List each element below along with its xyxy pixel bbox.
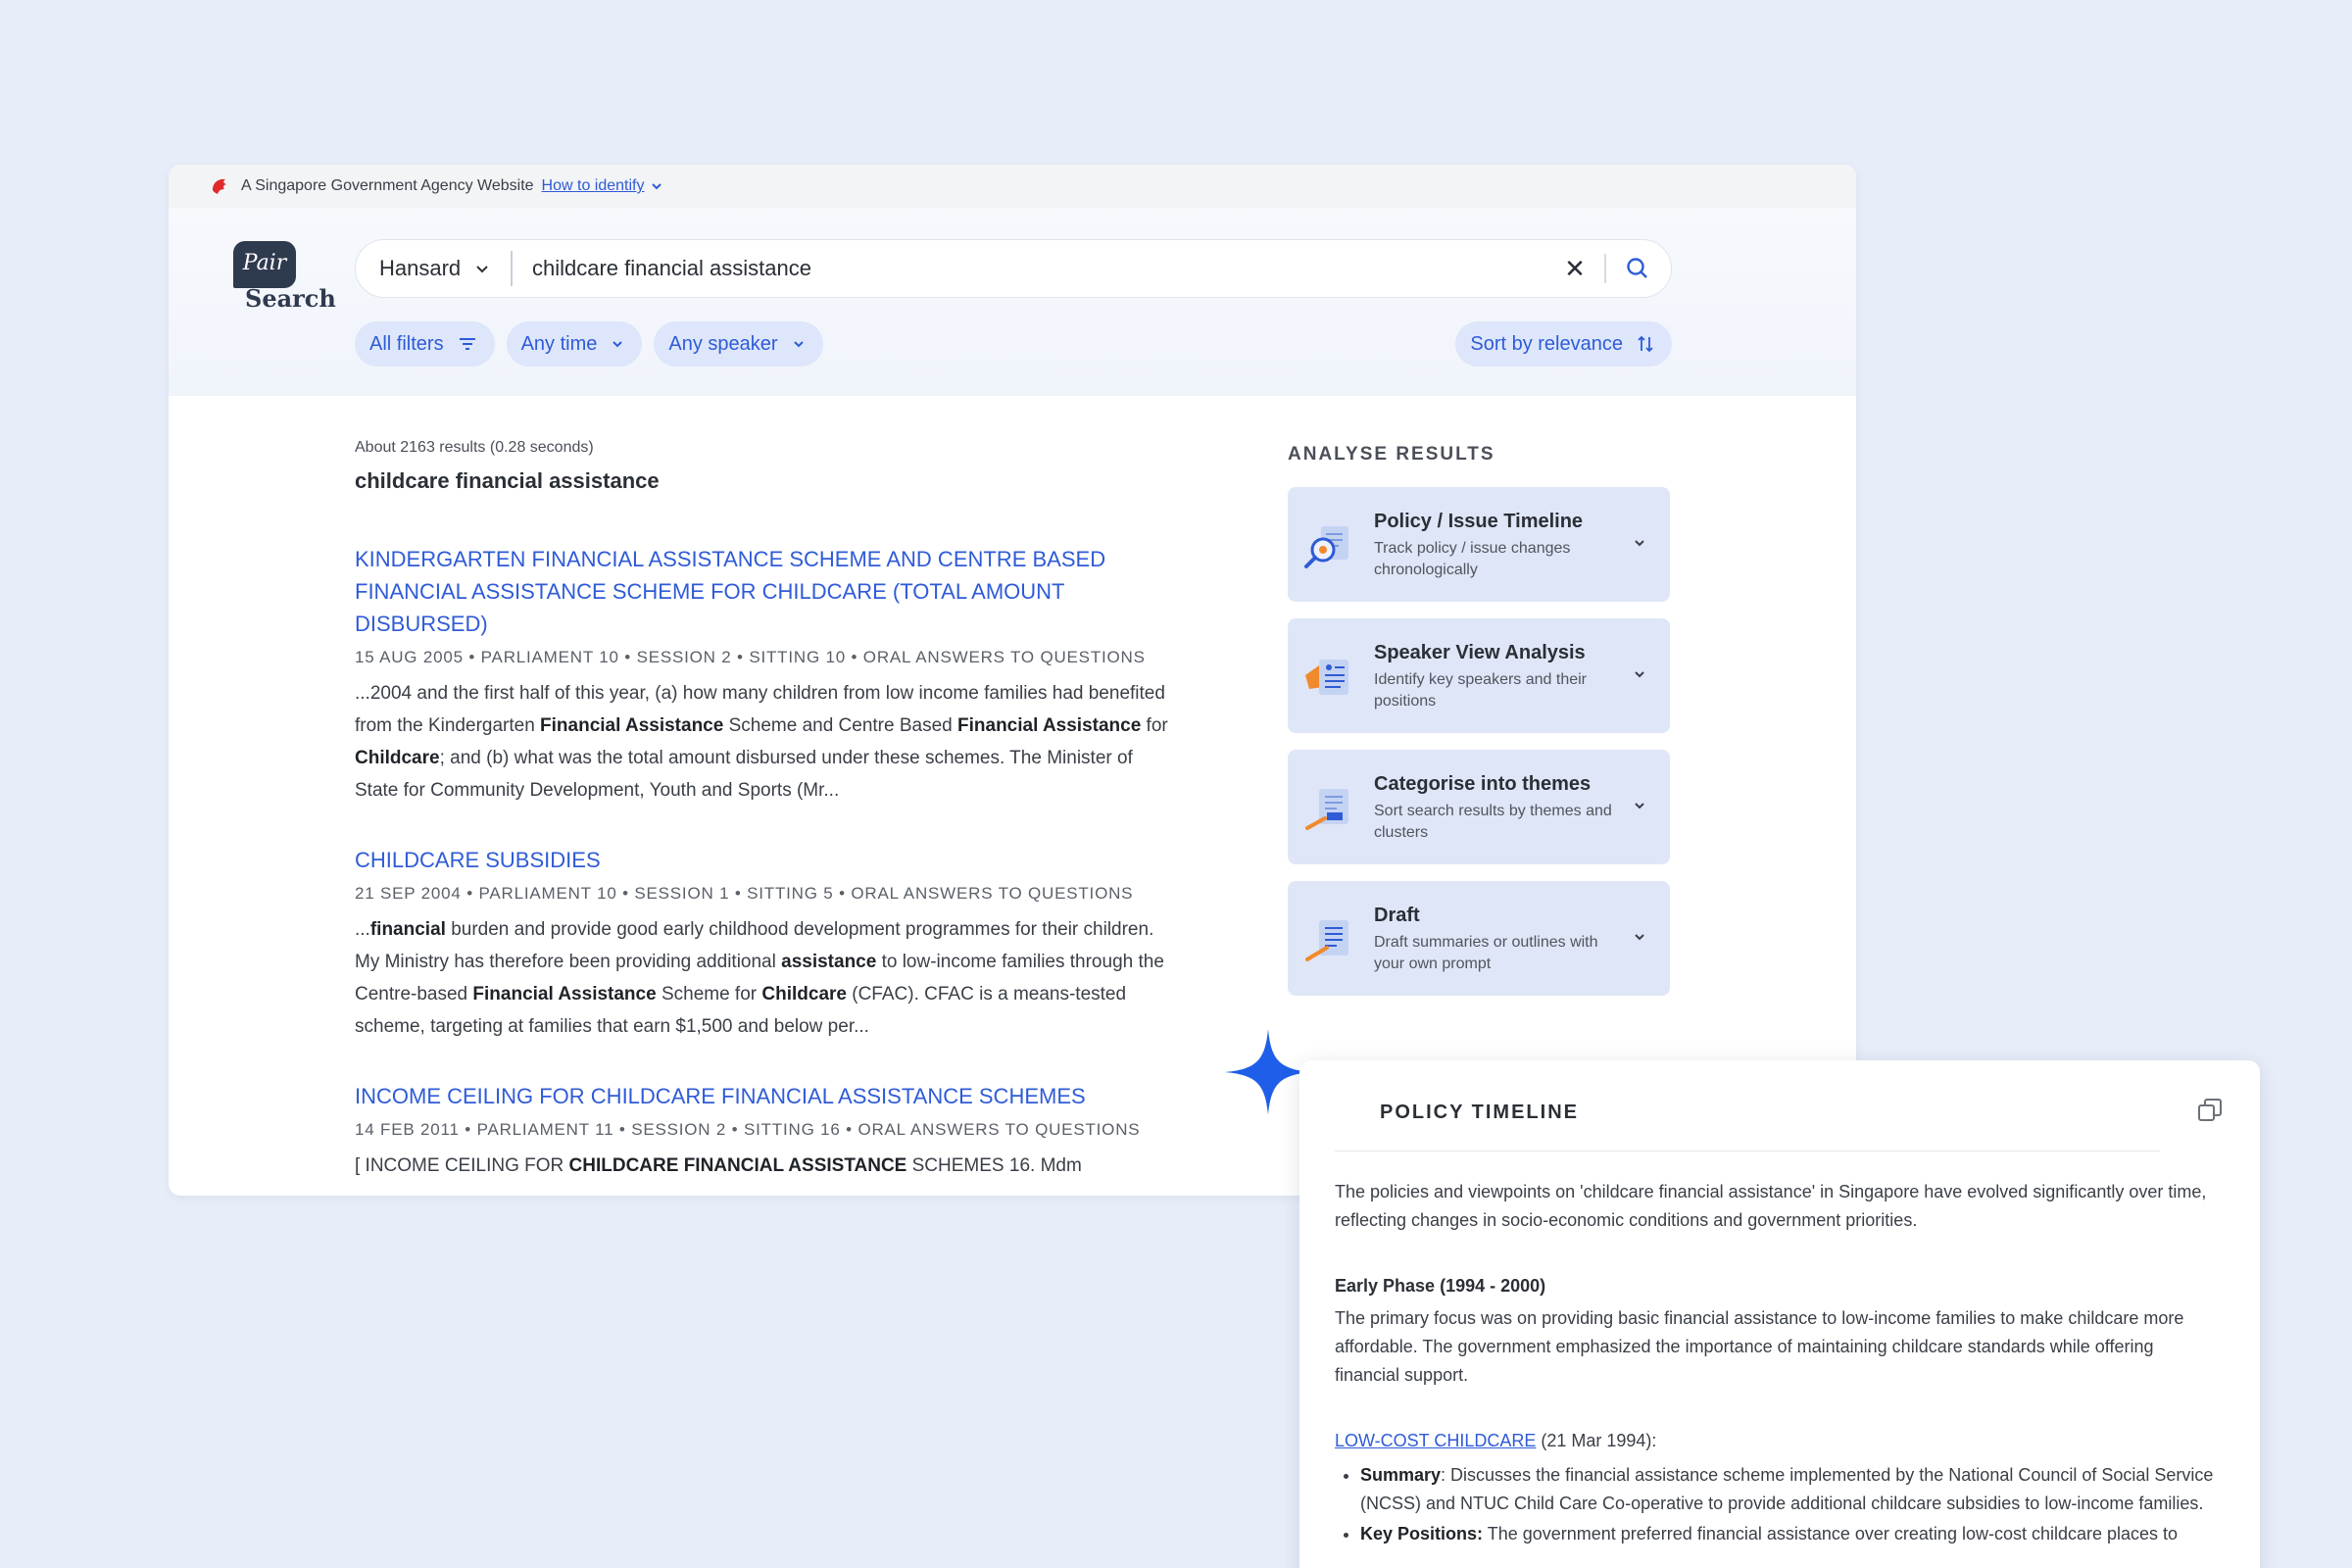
any-speaker-label: Any speaker [668, 332, 778, 355]
results-query-title: childcare financial assistance [355, 468, 660, 493]
results-count: About 2163 results (0.28 seconds) [355, 439, 594, 456]
card-title: Categorise into themes [1374, 773, 1592, 795]
popup-title: POLICY TIMELINE [1380, 1102, 1579, 1123]
sort-arrows-icon [1638, 335, 1653, 353]
categorise-document-icon [1305, 789, 1348, 830]
results-list: About 2163 results (0.28 seconds) childc… [355, 439, 1168, 1182]
all-filters-label: All filters [369, 332, 444, 355]
card-title: Draft [1374, 905, 1420, 926]
card-desc: Sort search results by themes and cluste… [1374, 803, 1612, 841]
entry-bullets: Summary: Discusses the financial assista… [1335, 1461, 2217, 1548]
pair-search-logo[interactable]: Pair Search [233, 241, 336, 319]
chevron-down-icon [1635, 540, 1644, 547]
timeline-magnifier-icon [1304, 526, 1348, 568]
popup-divider [1335, 1151, 2160, 1152]
result-snippet: ...2004 and the first half of this year,… [355, 683, 1168, 801]
chevron-down-icon [1635, 934, 1644, 941]
filter-lines-icon [459, 338, 475, 350]
result-meta: 21 SEP 2004 • PARLIAMENT 10 • SESSION 1 … [355, 884, 1134, 903]
how-to-identify-link[interactable]: How to identify [542, 177, 645, 195]
expand-window-icon[interactable] [2195, 1096, 2225, 1125]
search-bar: Hansard childcare financial assistance ✕ [355, 239, 1672, 298]
result-title-link[interactable]: INCOME CEILING FOR CHILDCARE FINANCIAL A… [355, 1080, 1168, 1112]
popup-intro: The policies and viewpoints on 'childcar… [1335, 1182, 2207, 1230]
card-desc: Draft summaries or outlines with your ow… [1374, 934, 1598, 972]
chevron-down-icon [793, 341, 804, 348]
draft-document-icon [1305, 920, 1348, 961]
policy-timeline-popup: POLICY TIMELINE The policies and viewpoi… [1299, 1060, 2260, 1568]
logo-bubble: Pair [233, 241, 296, 288]
card-title: Speaker View Analysis [1374, 642, 1586, 663]
analyse-heading: ANALYSE RESULTS [1288, 444, 1495, 465]
sort-label: Sort by relevance [1470, 332, 1623, 355]
result-meta: 15 AUG 2005 • PARLIAMENT 10 • SESSION 2 … [355, 648, 1146, 666]
masthead-text: A Singapore Government Agency Website [241, 177, 534, 194]
all-filters-button[interactable]: All filters [355, 321, 495, 367]
card-desc: Track policy / issue changes chronologic… [1374, 540, 1571, 578]
any-time-label: Any time [520, 332, 598, 355]
chevron-down-icon [1635, 803, 1644, 809]
speaker-document-icon [1305, 660, 1348, 695]
filter-chips: All filters Any time Any speaker [355, 321, 823, 367]
list-item: Key Positions: The government preferred … [1360, 1520, 2217, 1548]
result-title-link[interactable]: KINDERGARTEN FINANCIAL ASSISTANCE SCHEME… [355, 543, 1168, 640]
result-meta: 14 FEB 2011 • PARLIAMENT 11 • SESSION 2 … [355, 1120, 1141, 1139]
result-item: INCOME CEILING FOR CHILDCARE FINANCIAL A… [355, 1080, 1168, 1182]
search-divider [1604, 254, 1606, 283]
entry-date: (21 Mar 1994): [1536, 1431, 1657, 1450]
sort-by-relevance-button[interactable]: Sort by relevance [1455, 321, 1672, 367]
scope-label: Hansard [379, 256, 462, 280]
phase-title: Early Phase (1994 - 2000) [1335, 1276, 1546, 1296]
result-item: KINDERGARTEN FINANCIAL ASSISTANCE SCHEME… [355, 543, 1168, 807]
result-snippet: [ INCOME CEILING FOR CHILDCARE FINANCIAL… [355, 1155, 1082, 1176]
chevron-down-icon[interactable] [650, 179, 663, 193]
categorise-themes-card[interactable]: Categorise into themes Sort search resul… [1288, 750, 1670, 864]
chevron-down-icon [612, 341, 623, 348]
popup-body: The policies and viewpoints on 'childcar… [1335, 1178, 2217, 1550]
analyse-results-panel: ANALYSE RESULTS Policy / Issue Timeline … [1288, 444, 1670, 996]
search-header: Pair Search Hansard childcare financial … [169, 208, 1856, 396]
search-input[interactable]: childcare financial assistance [513, 256, 1555, 281]
logo-word: Search [245, 284, 336, 313]
entry-link[interactable]: LOW-COST CHILDCARE [1335, 1431, 1536, 1450]
clear-search-button[interactable]: ✕ [1555, 254, 1594, 284]
gov-masthead: A Singapore Government Agency Website Ho… [169, 165, 1856, 208]
search-button[interactable] [1616, 247, 1659, 290]
card-title: Policy / Issue Timeline [1374, 511, 1584, 532]
any-time-dropdown[interactable]: Any time [506, 321, 643, 367]
speaker-view-card[interactable]: Speaker View Analysis Identify key speak… [1288, 618, 1670, 733]
result-snippet: ...financial burden and provide good ear… [355, 919, 1164, 1037]
card-desc: Identify key speakers and their position… [1374, 671, 1588, 710]
chevron-down-icon [476, 266, 488, 273]
search-page-window: A Singapore Government Agency Website Ho… [169, 165, 1856, 1196]
result-item: CHILDCARE SUBSIDIES 21 SEP 2004 • PARLIA… [355, 844, 1168, 1043]
phase-text: The primary focus was on providing basic… [1335, 1308, 2184, 1385]
lion-head-icon [213, 178, 226, 194]
timeline-entry: LOW-COST CHILDCARE (21 Mar 1994): [1335, 1427, 2217, 1455]
search-icon [1627, 258, 1647, 278]
policy-timeline-card[interactable]: Policy / Issue Timeline Track policy / i… [1288, 487, 1670, 602]
draft-card[interactable]: Draft Draft summaries or outlines with y… [1288, 881, 1670, 996]
any-speaker-dropdown[interactable]: Any speaker [654, 321, 823, 367]
list-item: Summary: Discusses the financial assista… [1360, 1461, 2217, 1518]
result-title-link[interactable]: CHILDCARE SUBSIDIES [355, 844, 1168, 876]
chevron-down-icon [1635, 671, 1644, 678]
search-scope-select[interactable]: Hansard [356, 251, 513, 286]
